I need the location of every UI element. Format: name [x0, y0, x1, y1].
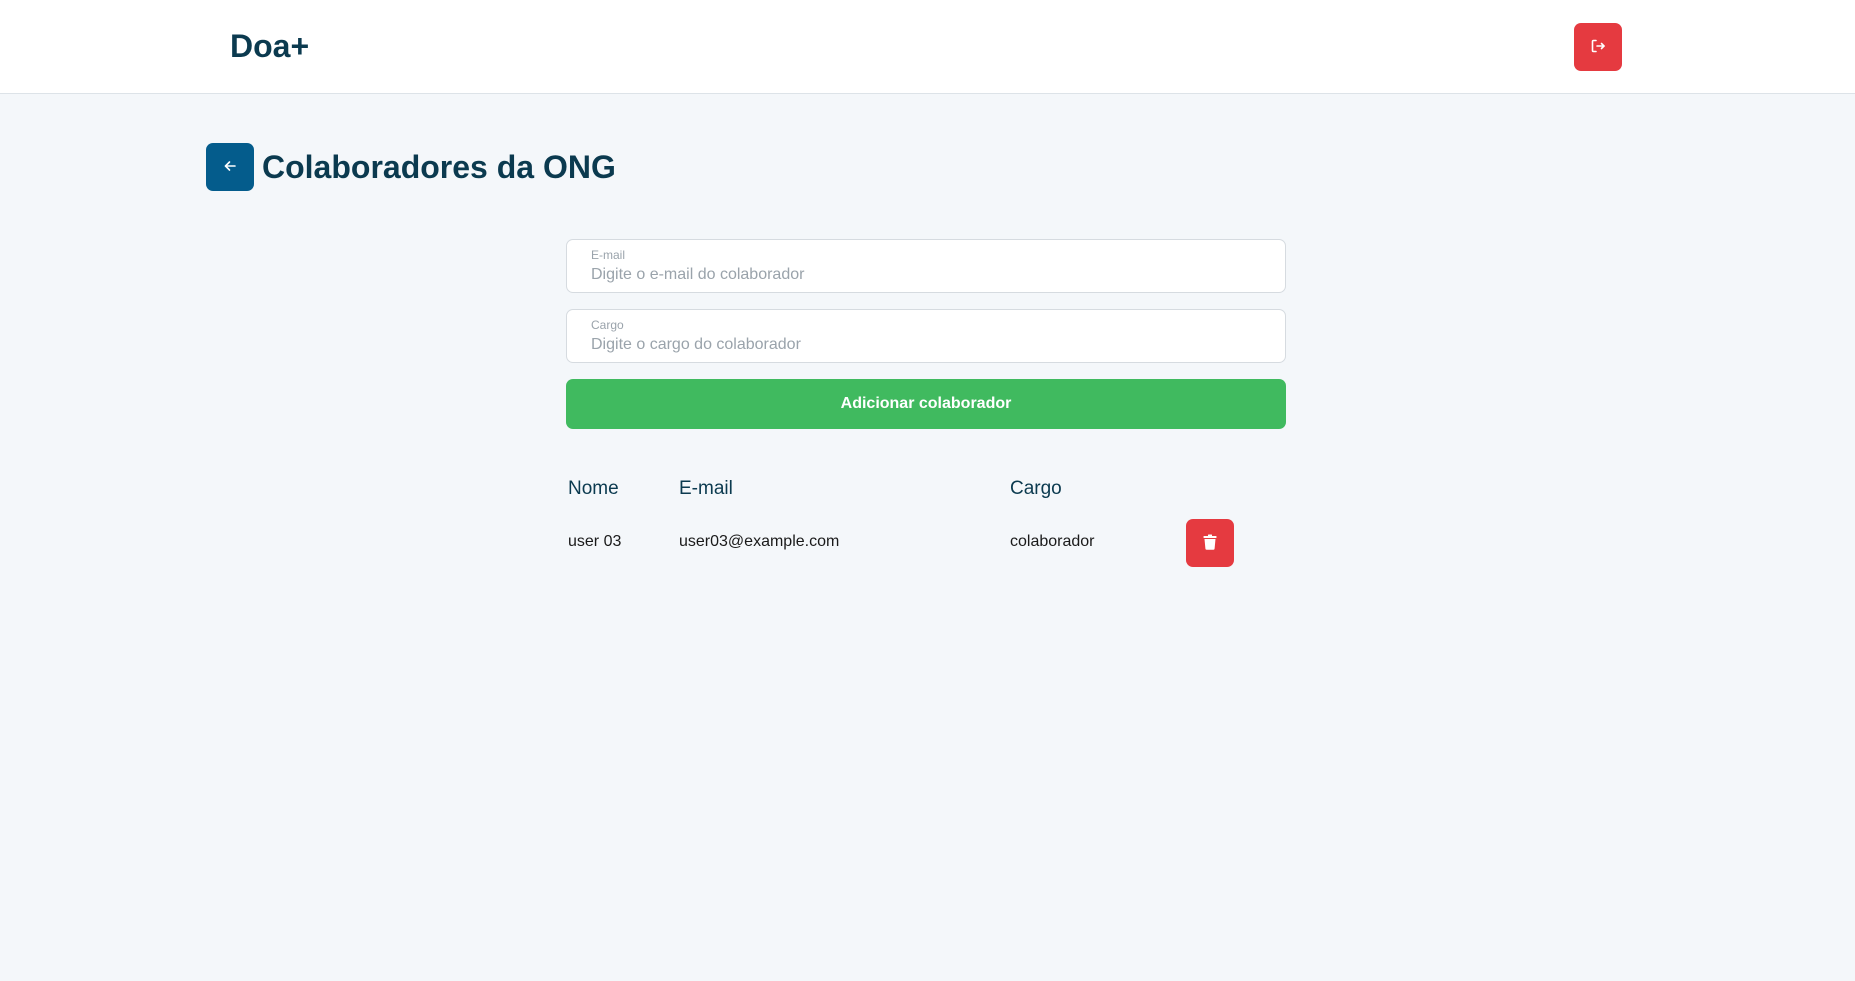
cell-nome: user 03 [568, 533, 622, 550]
back-button[interactable] [206, 143, 254, 191]
cargo-field-label: Cargo [591, 318, 624, 332]
column-header-nome: Nome [568, 478, 619, 499]
email-input[interactable] [591, 264, 1261, 286]
cargo-input[interactable] [591, 334, 1261, 356]
column-header-cargo: Cargo [1010, 478, 1062, 499]
logout-icon [1590, 38, 1606, 57]
email-field[interactable]: E-mail [566, 239, 1286, 293]
email-field-label: E-mail [591, 248, 626, 262]
add-collaborator-button[interactable]: Adicionar colaborador [566, 379, 1286, 429]
trash-icon [1203, 534, 1217, 553]
arrow-left-icon [223, 159, 237, 176]
cargo-field[interactable]: Cargo [566, 309, 1286, 363]
cell-email: user03@example.com [679, 533, 840, 550]
delete-collaborator-button[interactable] [1186, 519, 1234, 567]
column-header-email: E-mail [679, 478, 733, 499]
page-title: Colaboradores da ONG [262, 149, 616, 185]
logout-button[interactable] [1574, 23, 1622, 71]
brand-logo[interactable]: Doa+ [230, 28, 309, 65]
top-header: Doa+ [0, 0, 1855, 94]
cell-cargo: colaborador [1010, 533, 1095, 550]
